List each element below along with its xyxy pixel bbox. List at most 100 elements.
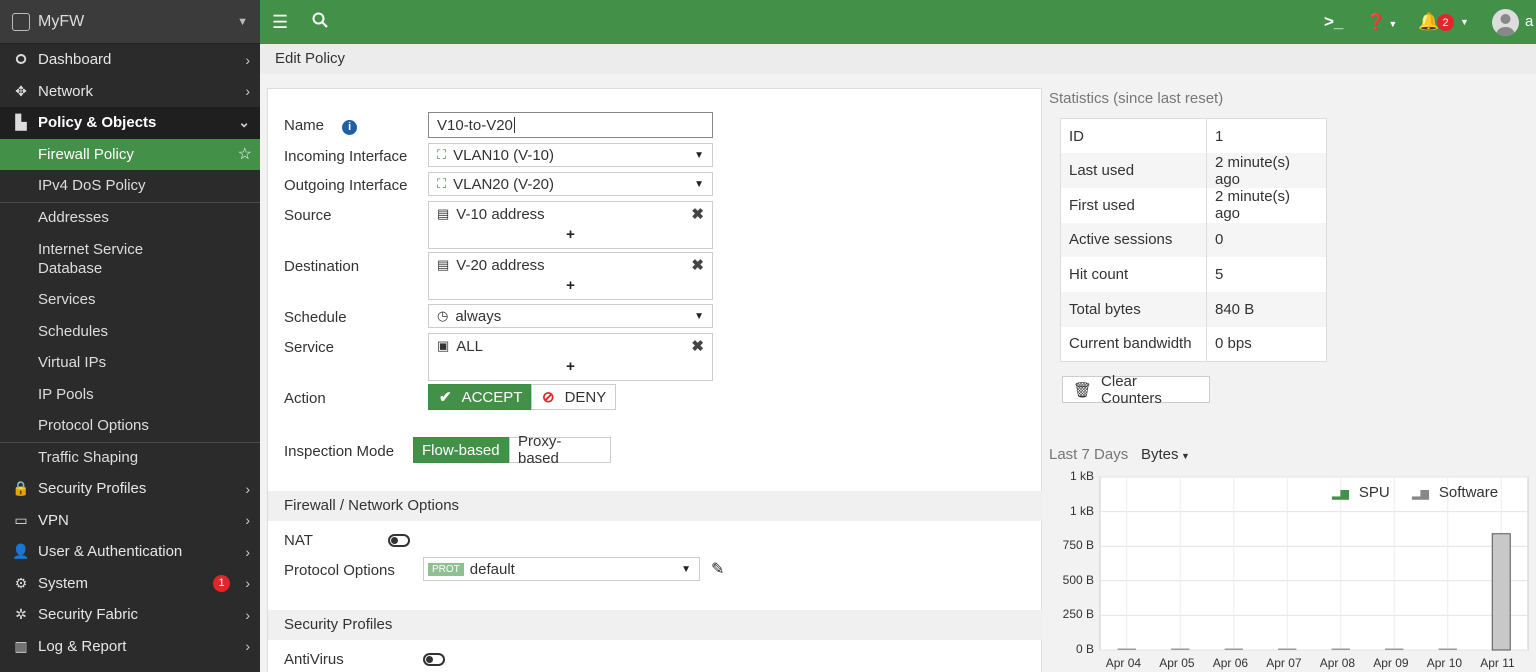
cli-console-icon[interactable]: >_ [1324, 12, 1343, 32]
sidebar-item-network[interactable]: ✥ Network › [0, 76, 260, 108]
antivirus-toggle[interactable] [423, 653, 445, 666]
destination-label: Destination [284, 258, 360, 275]
stats-row: ID 1 [1060, 118, 1327, 154]
outgoing-interface-label: Outgoing Interface [284, 177, 408, 194]
unit-select[interactable]: Bytes ▼ [1141, 446, 1190, 463]
traffic-chart: 0 B 250 B 500 B 750 B 1 kB 1 kB Apr 04 Apr 05 Ap… [1040, 469, 1536, 672]
add-destination-button[interactable]: + [429, 277, 712, 299]
bar-software [1171, 648, 1190, 650]
deny-button[interactable]: ⊘ DENY [531, 384, 616, 410]
stats-row: Hit count 5 [1060, 257, 1327, 292]
sidebar-subitem-addresses[interactable]: Addresses [0, 201, 260, 234]
menu-toggle-icon[interactable]: ☰ [272, 12, 288, 33]
service-label: Service [284, 339, 335, 356]
remove-service-icon[interactable]: ✖ [691, 337, 704, 355]
sidebar-item-security-fabric[interactable]: ✲ Security Fabric › [0, 599, 260, 631]
sidebar-subitem-protocol-options[interactable]: Protocol Options [0, 410, 260, 442]
y-tick-label: 0 B [1075, 642, 1094, 656]
incoming-interface-select[interactable]: ⛶ VLAN10 (V-10) ▼ [428, 143, 713, 167]
name-input[interactable]: V10-to-V20 [428, 112, 713, 138]
search-icon[interactable] [312, 12, 328, 33]
outgoing-interface-value: VLAN20 (V-20) [453, 175, 554, 193]
x-tick-label: Apr 06 [1212, 656, 1249, 670]
stats-row: Active sessions 0 [1060, 222, 1327, 258]
favorite-star-icon[interactable]: ☆ [238, 144, 252, 164]
security-profiles-header: Security Profiles [268, 610, 1043, 640]
statistics-title: Statistics (since last reset) [1049, 90, 1224, 107]
action-label: Action [284, 390, 326, 407]
stats-key: First used [1060, 187, 1207, 223]
dropdown-caret-icon: ▼ [694, 310, 704, 322]
help-icon[interactable]: ❓ ▼ [1366, 12, 1397, 32]
clear-counters-button[interactable]: 🗑 Clear Counters [1062, 373, 1210, 407]
interface-icon: ⛶ [437, 147, 447, 162]
sidebar-item-label: Policy & Objects [38, 114, 157, 132]
stats-value: 0 bps [1206, 326, 1327, 362]
notifications-bell-icon[interactable]: 🔔 [1418, 12, 1439, 32]
stats-value: 1 [1206, 118, 1327, 154]
legend-item-spu[interactable]: ▂▆ SPU [1332, 484, 1390, 501]
sidebar-item-system[interactable]: ⚙ System 1 › [0, 568, 260, 600]
sidebar-item-label: User & Authentication [38, 543, 183, 561]
sidebar-subitem-firewall-policy[interactable]: Firewall Policy ☆ [0, 138, 260, 170]
remove-source-icon[interactable]: ✖ [691, 205, 704, 223]
remove-destination-icon[interactable]: ✖ [691, 256, 704, 274]
sidebar-subitem-label: Firewall Policy [38, 145, 134, 163]
x-tick-label: Apr 05 [1159, 656, 1195, 670]
chevron-right-icon: › [245, 543, 250, 560]
nat-label: NAT [284, 532, 313, 549]
sidebar-item-security-profiles[interactable]: 🔒 Security Profiles › [0, 473, 260, 505]
trash-icon: 🗑 [1073, 381, 1093, 399]
accept-button[interactable]: ✔ ACCEPT [428, 384, 531, 410]
x-tick-label: Apr 04 [1105, 656, 1142, 670]
sidebar-subitem-label: Internet Service Database [38, 240, 144, 277]
sidebar-subitem-internet-service-database[interactable]: Internet Service Database [0, 233, 260, 284]
x-tick-label: Apr 07 [1266, 656, 1302, 670]
sidebar-item-user-authentication[interactable]: 👤 User & Authentication › [0, 536, 260, 568]
x-tick-label: Apr 09 [1373, 656, 1409, 670]
stats-value: 2 minute(s) ago [1206, 153, 1327, 188]
sidebar-item-policy-objects[interactable]: ▙ Policy & Objects ⌄ [0, 107, 260, 139]
source-field: ▤ V-10 address ✖ + [428, 201, 713, 249]
nat-toggle[interactable] [388, 534, 410, 547]
sidebar-item-dashboard[interactable]: 🞇 Dashboard › [0, 44, 260, 76]
sidebar-subitem-ip-pools[interactable]: IP Pools [0, 379, 260, 411]
sidebar-subitem-schedules[interactable]: Schedules [0, 316, 260, 348]
chevron-right-icon: › [245, 51, 250, 68]
gear-icon: ⚙ [14, 574, 28, 591]
notifications-caret-icon[interactable]: ▼ [1460, 17, 1469, 27]
accept-label: ACCEPT [461, 388, 523, 406]
sidebar-item-log-report[interactable]: ▥ Log & Report › [0, 631, 260, 663]
outgoing-interface-select[interactable]: ⛶ VLAN20 (V-20) ▼ [428, 172, 713, 196]
name-label: Name i [284, 117, 358, 135]
username[interactable]: a [1525, 13, 1533, 30]
flow-based-button[interactable]: Flow-based [413, 437, 509, 463]
avatar[interactable] [1492, 9, 1519, 36]
sidebar-subitem-label: Schedules [38, 322, 109, 340]
stats-row: Total bytes 840 B [1060, 291, 1327, 327]
device-selector[interactable]: MyFW ▼ [0, 0, 260, 44]
sidebar-subitem-traffic-shaping[interactable]: Traffic Shaping [0, 441, 260, 474]
sidebar-subitem-virtual-ips[interactable]: Virtual IPs [0, 347, 260, 379]
proxy-based-button[interactable]: Proxy-based [509, 433, 611, 467]
schedule-select[interactable]: ◷ always ▼ [428, 304, 713, 328]
bar-software [1331, 648, 1350, 650]
top-bar: ☰ >_ ❓ ▼ 🔔 2 ▼ a [260, 0, 1536, 44]
user-icon: 👤 [12, 543, 30, 560]
add-source-button[interactable]: + [429, 226, 712, 248]
sidebar-subitem-label: Addresses [38, 209, 109, 227]
y-tick-label: 250 B [1062, 607, 1094, 622]
chevron-right-icon: › [245, 83, 250, 100]
sidebar-subitem-services[interactable]: Services [0, 284, 260, 316]
add-service-button[interactable]: + [429, 358, 712, 380]
edit-pencil-icon[interactable]: ✎ [711, 559, 724, 579]
dropdown-caret-icon: ▼ [694, 149, 704, 161]
sidebar-subitem-ipv4-dos-policy[interactable]: IPv4 DoS Policy [0, 170, 260, 202]
legend-item-software[interactable]: ▂▆ Software [1412, 484, 1498, 501]
caret-down-icon: ▼ [237, 15, 248, 28]
fabric-icon: ✲ [15, 606, 27, 623]
sidebar-item-vpn[interactable]: ▭ VPN › [0, 505, 260, 537]
firewall-icon [12, 12, 30, 31]
info-icon[interactable]: i [342, 120, 358, 135]
protocol-options-select[interactable]: PROT default ▼ [423, 557, 700, 581]
